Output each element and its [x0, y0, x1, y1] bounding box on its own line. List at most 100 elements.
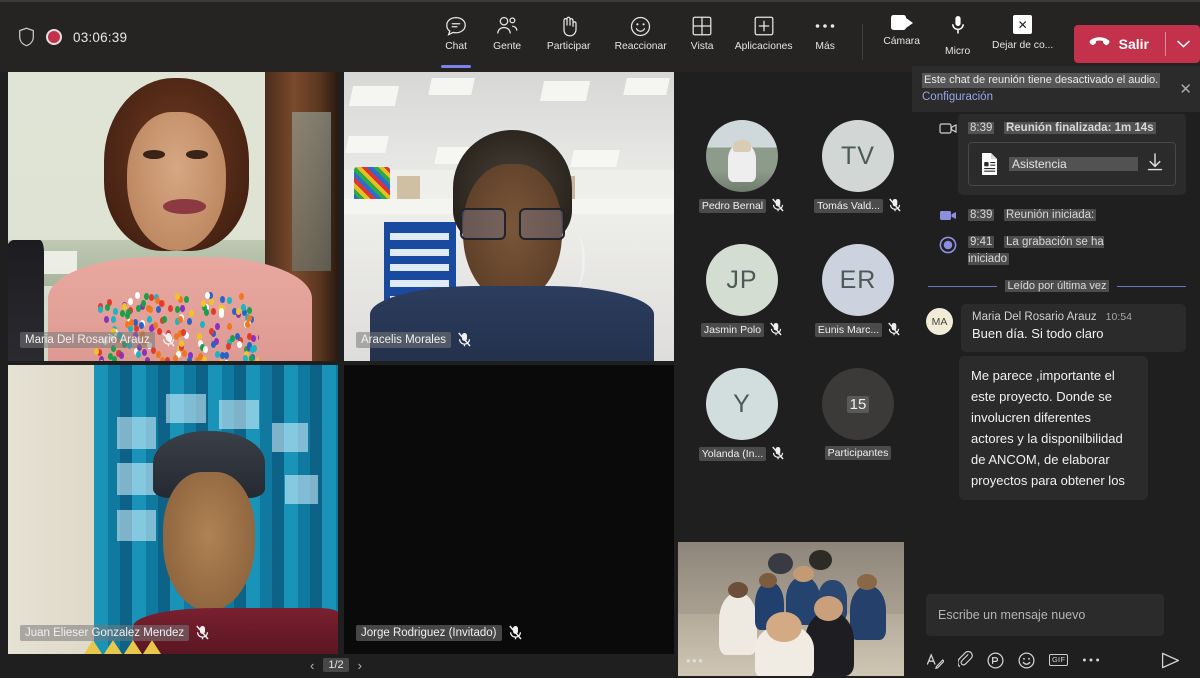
tile-name-badge: Jorge Rodriguez (Invitado): [356, 623, 522, 642]
mic-muted-icon: [889, 198, 902, 213]
avatar-initials: ER: [840, 266, 877, 295]
people-icon: [496, 15, 519, 37]
toolbar-button-mas[interactable]: Más: [800, 11, 851, 66]
ellipsis-icon[interactable]: [1082, 657, 1100, 663]
camera-icon: [938, 207, 958, 222]
roster-name: Yolanda (In...: [699, 447, 767, 461]
toolbar-button-micro[interactable]: Micro: [930, 15, 986, 57]
pager-next-icon[interactable]: ›: [358, 658, 362, 673]
roster-name: Eunis Marc...: [815, 323, 882, 337]
participant-overflow-count: 15: [847, 396, 870, 413]
chat-message[interactable]: MA Maria Del Rosario Arauz 10:54 Buen dí…: [912, 296, 1200, 352]
grid-view-icon: [692, 15, 712, 37]
roster-item-jasmin[interactable]: JP Jasmin Polo: [686, 244, 798, 337]
roster-item-tomas[interactable]: TV Tomás Vald...: [802, 120, 914, 213]
avatar: ER: [822, 244, 894, 316]
video-tile-maria[interactable]: Maria Del Rosario Arauz: [8, 72, 338, 361]
leave-label: Salir: [1119, 36, 1149, 52]
close-icon[interactable]: ✕: [1179, 80, 1192, 98]
mic-muted-icon: [772, 198, 785, 213]
leave-main[interactable]: Salir: [1074, 25, 1165, 63]
toolbar-button-aplicaciones[interactable]: Aplicaciones: [728, 11, 800, 66]
video-tile-group-room[interactable]: •••: [678, 542, 904, 676]
stop-share-icon: ✕: [1013, 15, 1032, 34]
roster-item-eunis[interactable]: ER Eunis Marc...: [802, 244, 914, 337]
message-body: Buen día. Si todo claro: [972, 325, 1175, 343]
toolbar-right-group: Cámara Micro ✕ Dejar de co... Salir: [874, 2, 1200, 72]
message-input[interactable]: Escribe un mensaje nuevo: [926, 594, 1164, 636]
roster-name-row: Tomás Vald...: [802, 198, 914, 213]
active-tab-underline: [441, 65, 471, 68]
toolbar-button-vista[interactable]: Vista: [677, 11, 728, 66]
avatar: JP: [706, 244, 778, 316]
chat-event-time: 9:41: [968, 236, 994, 248]
chat-event-text: Reunión finalizada: 1m 14s: [1004, 122, 1156, 134]
hangup-icon: [1089, 35, 1110, 53]
chat-event-body: 9:41 La grabación se ha iniciado: [968, 234, 1144, 268]
video-feed-off: [344, 365, 674, 654]
toolbar-label-reaccionar: Reaccionar: [615, 42, 667, 52]
pager-prev-icon[interactable]: ‹: [310, 658, 314, 673]
mic-muted-icon: [458, 332, 471, 347]
participant-name: Juan Elieser Gonzalez Mendez: [20, 625, 189, 641]
chat-event-recording-started: 9:41 La grabación se ha iniciado: [912, 224, 1200, 268]
chat-panel: Este chat de reunión tiene desactivado e…: [912, 72, 1200, 678]
toolbar-button-gente[interactable]: Gente: [482, 11, 533, 66]
emoji-icon[interactable]: [1018, 652, 1035, 669]
microphone-icon: [951, 15, 965, 40]
toolbar-button-camara[interactable]: Cámara: [874, 15, 930, 47]
attach-clip-icon[interactable]: [958, 651, 973, 669]
roster-item-pedro[interactable]: Pedro Bernal: [686, 120, 798, 213]
toolbar-label-mas: Más: [815, 42, 834, 52]
chat-notice-banner: Este chat de reunión tiene desactivado e…: [912, 66, 1200, 112]
tile-name-badge: Maria Del Rosario Arauz: [20, 330, 175, 349]
chat-event-time: 8:39: [968, 209, 994, 221]
mic-muted-icon: [162, 332, 175, 347]
avatar-initials: TV: [841, 142, 875, 171]
avatar: Y: [706, 368, 778, 440]
avatar: [706, 120, 778, 192]
roster-name: Jasmin Polo: [701, 323, 764, 337]
mic-muted-icon: [888, 322, 901, 337]
roster-item-overflow[interactable]: 15 Participantes: [802, 368, 914, 460]
leave-meeting-button[interactable]: Salir: [1074, 25, 1200, 63]
ellipsis-icon[interactable]: •••: [686, 653, 704, 668]
roster-name: Pedro Bernal: [699, 199, 766, 213]
format-text-icon[interactable]: [926, 652, 944, 669]
send-icon[interactable]: [1161, 652, 1186, 669]
attachment-asistencia[interactable]: Asistencia: [968, 142, 1176, 186]
download-icon[interactable]: [1147, 153, 1165, 176]
record-icon: [938, 234, 958, 254]
toolbar-button-chat[interactable]: Chat: [431, 11, 482, 66]
avatar-initials: Y: [733, 390, 751, 419]
meeting-timer: 03:06:39: [73, 30, 127, 45]
toolbar-button-reaccionar[interactable]: Reaccionar: [605, 11, 677, 66]
chat-notice-settings-link[interactable]: Configuración: [922, 91, 1192, 103]
document-icon: [979, 152, 1000, 176]
roster-item-yolanda[interactable]: Y Yolanda (In...: [686, 368, 798, 461]
roster-name: Tomás Vald...: [814, 199, 883, 213]
mic-muted-icon: [770, 322, 783, 337]
message-author: Maria Del Rosario Arauz: [972, 311, 1097, 323]
toolbar-button-participar[interactable]: Participar: [533, 11, 605, 66]
chevron-down-icon[interactable]: [1166, 25, 1200, 63]
avatar-initials: JP: [726, 266, 757, 295]
gif-icon[interactable]: GIF: [1049, 654, 1068, 666]
video-tile-juan[interactable]: Juan Elieser Gonzalez Mendez: [8, 365, 338, 654]
toolbar-label-chat: Chat: [445, 42, 467, 52]
divider-line-left: [928, 286, 997, 287]
video-tile-aracelis[interactable]: Aracelis Morales: [344, 72, 674, 361]
participant-overflow-avatar: 15: [822, 368, 894, 440]
avatar: TV: [822, 120, 894, 192]
video-tile-jorge[interactable]: Jorge Rodriguez (Invitado): [344, 365, 674, 654]
toolbar-button-dejar-compartir[interactable]: ✕ Dejar de co...: [986, 15, 1060, 51]
toolbar-label-camara: Cámara: [883, 36, 920, 47]
tile-name-badge: Aracelis Morales: [356, 330, 471, 349]
video-feed: [8, 365, 338, 654]
divider-line-right: [1117, 286, 1186, 287]
toolbar-label-dejar-compartir: Dejar de co...: [992, 40, 1053, 51]
chat-message-list[interactable]: 8:39 Reunión finalizada: 1m 14s Asistenc…: [912, 114, 1200, 626]
sticker-icon[interactable]: [987, 652, 1004, 669]
chat-event-card: 8:39 Reunión finalizada: 1m 14s Asistenc…: [958, 114, 1186, 195]
mic-muted-icon: [509, 625, 522, 640]
